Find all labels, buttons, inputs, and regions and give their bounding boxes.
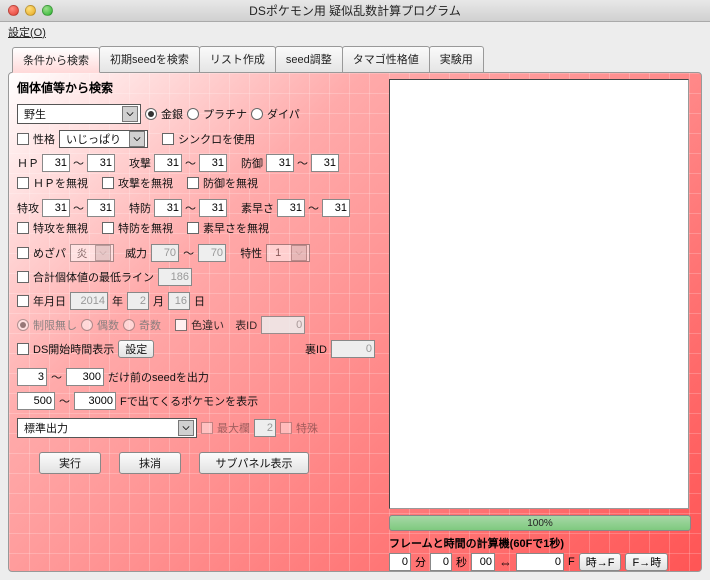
tab-experiment[interactable]: 実験用 (429, 46, 484, 72)
shiny-check[interactable]: 色違い (175, 317, 224, 333)
mezapa-check[interactable]: めざパ (17, 245, 66, 261)
tab-make-list[interactable]: リスト作成 (199, 46, 276, 72)
ignore-hp[interactable]: ＨＰを無視 (17, 175, 88, 191)
nature-select[interactable]: いじっぱり (59, 130, 148, 148)
encounter-select[interactable]: 野生 (17, 104, 141, 124)
atk-lo[interactable] (154, 154, 182, 172)
time-to-frame-button[interactable]: 時→F (579, 553, 622, 571)
def-lo[interactable] (266, 154, 294, 172)
spe-lo[interactable] (277, 199, 305, 217)
dstime-check[interactable]: DS開始時間表示 (17, 341, 114, 357)
power-hi[interactable] (198, 244, 226, 262)
nature-check[interactable]: 性格 (17, 131, 55, 147)
titlebar: DSポケモン用 疑似乱数計算プログラム (0, 0, 710, 22)
ft-sec[interactable] (430, 553, 452, 571)
frametime-label: フレームと時間の計算機(60Fで1秒) (389, 535, 691, 551)
frame-hi[interactable] (74, 392, 116, 410)
day-input[interactable] (168, 292, 190, 310)
tab-seed-adjust[interactable]: seed調整 (275, 46, 343, 72)
ft-frame[interactable] (516, 553, 564, 571)
output-textarea[interactable] (389, 79, 689, 509)
ignore-spd[interactable]: 特防を無視 (102, 220, 173, 236)
chevron-down-icon (291, 245, 307, 261)
ft-min[interactable] (389, 553, 411, 571)
ignore-atk[interactable]: 攻撃を無視 (102, 175, 173, 191)
spd-hi[interactable] (199, 199, 227, 217)
run-button[interactable]: 実行 (39, 452, 101, 474)
radio-dp[interactable]: ダイパ (251, 106, 300, 122)
limit-none[interactable]: 制限無し (17, 317, 77, 333)
window-title: DSポケモン用 疑似乱数計算プログラム (0, 2, 710, 19)
seedbefore-hi[interactable] (66, 368, 104, 386)
hp-lo[interactable] (42, 154, 70, 172)
mezapa-type[interactable]: 炎 (70, 244, 114, 262)
hp-hi[interactable] (87, 154, 115, 172)
def-hi[interactable] (311, 154, 339, 172)
spd-lo[interactable] (154, 199, 182, 217)
subpanel-button[interactable]: サブパネル表示 (199, 452, 309, 474)
frame-to-time-button[interactable]: F→時 (625, 553, 668, 571)
chevron-down-icon (122, 106, 138, 122)
tabs: 条件から検索 初期seedを検索 リスト作成 seed調整 タマゴ性格値 実験用 (0, 46, 710, 72)
clear-button[interactable]: 抹消 (119, 452, 181, 474)
atk-hi[interactable] (199, 154, 227, 172)
chevron-down-icon (178, 420, 194, 436)
dstime-settings-button[interactable]: 設定 (118, 340, 154, 358)
main-panel: 個体値等から検索 野生 金銀 プラチナ ダイパ 性格 いじっぱり シンクロを使用… (8, 72, 702, 572)
spa-lo[interactable] (42, 199, 70, 217)
extra-check[interactable]: 特殊 (280, 420, 318, 436)
tab-egg-pid[interactable]: タマゴ性格値 (342, 46, 430, 72)
menubar: 設定(O) (0, 22, 710, 42)
spe-hi[interactable] (322, 199, 350, 217)
progress-bar: 100% (389, 515, 691, 531)
tab-search-initial-seed[interactable]: 初期seedを検索 (99, 46, 200, 72)
month-input[interactable] (127, 292, 149, 310)
limit-even[interactable]: 偶数 (81, 317, 119, 333)
maxline-input[interactable] (254, 419, 276, 437)
section-heading: 個体値等から検索 (17, 79, 375, 96)
ivsum-check[interactable]: 合計個体値の最低ライン (17, 269, 154, 285)
tab-search-by-condition[interactable]: 条件から検索 (12, 47, 100, 73)
omote-id[interactable] (261, 316, 305, 334)
ignore-spa[interactable]: 特攻を無視 (17, 220, 88, 236)
menu-settings[interactable]: 設定(O) (8, 27, 46, 39)
power-lo[interactable] (151, 244, 179, 262)
output-mode-select[interactable]: 標準出力 (17, 418, 197, 438)
chevron-down-icon (95, 245, 111, 261)
seedbefore-lo[interactable] (17, 368, 47, 386)
frame-lo[interactable] (17, 392, 55, 410)
sync-check[interactable]: シンクロを使用 (162, 131, 255, 147)
swap-icon: ⇔ (499, 555, 512, 570)
ignore-def[interactable]: 防御を無視 (187, 175, 258, 191)
date-check[interactable]: 年月日 (17, 293, 66, 309)
ft-csec[interactable] (471, 553, 495, 571)
maxline-check[interactable]: 最大欄 (201, 420, 250, 436)
ignore-spe[interactable]: 素早さを無視 (187, 220, 269, 236)
spa-hi[interactable] (87, 199, 115, 217)
ivsum-input[interactable] (158, 268, 192, 286)
ability-select[interactable]: 1 (266, 244, 310, 262)
limit-odd[interactable]: 奇数 (123, 317, 161, 333)
year-input[interactable] (70, 292, 108, 310)
chevron-down-icon (129, 131, 145, 147)
ura-id[interactable] (331, 340, 375, 358)
radio-pt[interactable]: プラチナ (187, 106, 247, 122)
radio-gs[interactable]: 金銀 (145, 106, 183, 122)
